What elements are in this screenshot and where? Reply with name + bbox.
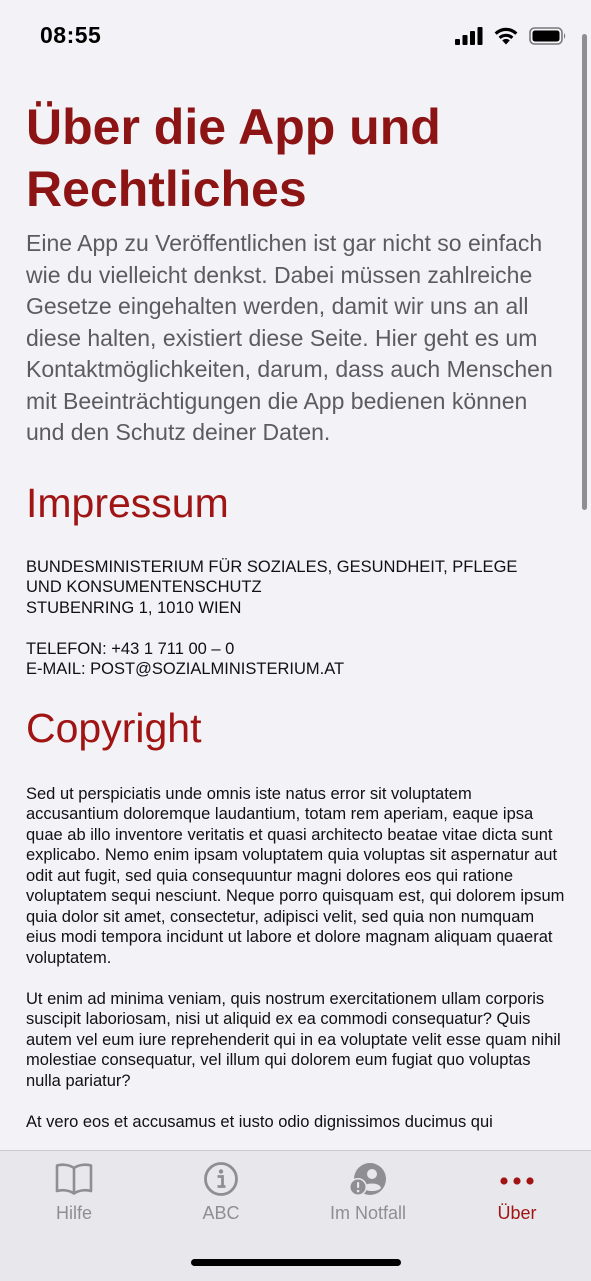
info-icon	[204, 1162, 238, 1196]
scroll-indicator[interactable]	[582, 34, 587, 510]
tab-abc[interactable]: ABC	[151, 1161, 291, 1224]
more-dots-icon	[500, 1177, 534, 1185]
battery-icon	[529, 26, 566, 45]
status-bar: 08:55	[0, 0, 591, 72]
status-time: 08:55	[40, 22, 102, 48]
wifi-icon	[494, 27, 518, 45]
tab-label-hilfe: Hilfe	[55, 1203, 92, 1223]
tab-label-im-notfall: Im Notfall	[329, 1203, 407, 1223]
tab-ueber[interactable]: Über	[447, 1161, 587, 1224]
impressum-block: Bundesministerium für Soziales, Gesundhe…	[26, 557, 566, 680]
status-icons	[455, 26, 567, 45]
copyright-heading: Copyright	[26, 704, 202, 751]
tab-hilfe[interactable]: Hilfe	[4, 1161, 144, 1224]
impressum-phone[interactable]: Telefon: +43 1 711 00 – 0	[26, 639, 566, 660]
cellular-signal-icon	[455, 26, 483, 45]
tab-label-ueber: Über	[497, 1203, 537, 1223]
intro-text: Eine App zu Veröffentlichen ist gar nich…	[26, 230, 553, 445]
copyright-paragraph: Ut enim ad minima veniam, quis nostrum e…	[26, 989, 561, 1090]
copyright-body: Sed ut perspiciatis unde omnis iste natu…	[26, 784, 566, 1133]
tab-label-abc: ABC	[202, 1203, 240, 1223]
person-alert-icon	[349, 1163, 386, 1196]
impressum-org-line-2: und Konsumentenschutz	[26, 578, 262, 596]
impressum-email[interactable]: E-Mail: post@sozialministerium.at	[26, 659, 566, 680]
impressum-heading: Impressum	[26, 479, 229, 526]
tab-im-notfall[interactable]: Im Notfall	[298, 1161, 438, 1224]
copyright-paragraph: Sed ut perspiciatis unde omnis iste natu…	[26, 784, 565, 967]
page-title: Über die App und Rechtliches	[26, 99, 441, 217]
copyright-paragraph: At vero eos et accusamus et iusto odio d…	[26, 1112, 493, 1131]
main-content: Über die App und Rechtliches Eine App zu…	[26, 96, 566, 1132]
book-icon	[55, 1163, 93, 1195]
impressum-org-line-1: Bundesministerium für Soziales, Gesundhe…	[26, 557, 518, 576]
impressum-address: Stubenring 1, 1010 Wien	[26, 598, 242, 617]
home-indicator[interactable]	[191, 1259, 401, 1266]
